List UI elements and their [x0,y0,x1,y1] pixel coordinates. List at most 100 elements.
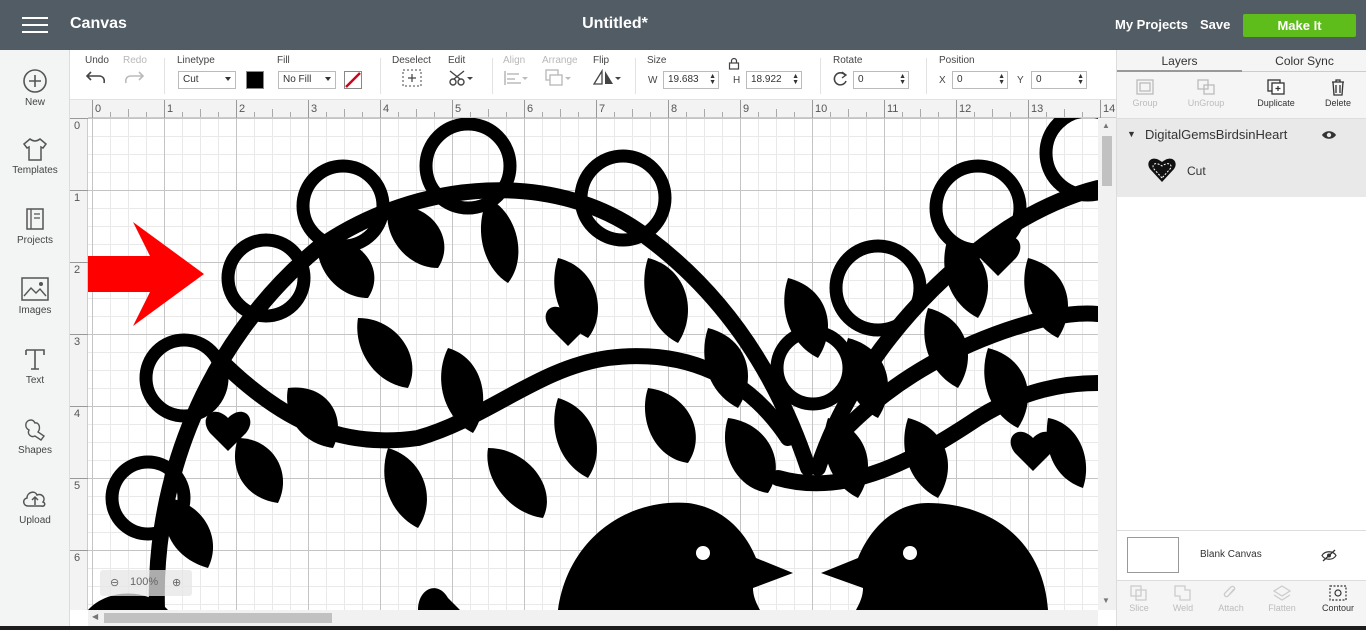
group-label: Group [1132,98,1158,108]
linetype-color-swatch[interactable] [246,71,264,89]
no-fill-swatch[interactable] [344,71,362,89]
fill-select[interactable]: No Fill [278,71,336,89]
ruler-label: 7 [599,103,606,115]
sidebar-item-text[interactable]: Text [0,346,70,386]
ruler-tick [70,550,88,551]
ruler-minor-tick [200,109,201,117]
ruler-minor-tick [866,112,867,117]
fill-label: Fill [277,55,290,66]
design-canvas[interactable]: 0 1 2 3 4 5 6 7 8 9 10 11 12 13 14 0123456 [70,100,1116,626]
ruler-tick [70,478,88,479]
document-title[interactable]: Untitled* [0,15,1230,33]
height-input[interactable]: 18.922 ▲ ▼ [746,71,802,89]
ruler-tick [70,334,88,335]
ruler-minor-tick [560,109,561,117]
tab-layers[interactable]: Layers [1117,50,1242,72]
toolbar-separator [380,58,381,94]
scroll-left-icon[interactable]: ◀ [92,612,98,621]
delete-button[interactable]: Delete [1308,78,1366,108]
slice-button[interactable]: Slice [1116,585,1162,613]
birds-in-heart-design[interactable] [88,118,1098,610]
right-bird-eye [903,546,917,560]
toolbar-separator [492,58,493,94]
zoom-in-icon[interactable]: ⊕ [172,576,181,589]
y-position-value: 0 [1036,74,1042,85]
ruler-tick [380,100,381,118]
scroll-down-icon[interactable]: ▼ [1102,596,1110,605]
flip-icon [592,68,621,85]
duplicate-button[interactable]: Duplicate [1246,78,1306,108]
layer-thumbnail [1148,158,1176,182]
x-position-input[interactable]: 0 ▲ ▼ [952,71,1008,89]
horizontal-scroll-thumb[interactable] [104,613,332,623]
ruler-minor-tick [650,112,651,117]
ruler-minor-tick [902,112,903,117]
sidebar-item-shapes[interactable]: Shapes [0,416,70,456]
sidebar-item-projects[interactable]: Projects [0,206,70,246]
my-projects-link[interactable]: My Projects [1115,17,1188,32]
contour-label: Contour [1321,603,1355,613]
collapse-caret-icon[interactable]: ▼ [1127,129,1136,139]
x-position-value: 0 [957,74,963,85]
ruler-minor-tick [416,109,417,117]
sidebar-item-upload[interactable]: Upload [0,486,70,526]
ruler-minor-tick [434,112,435,117]
ruler-label: 10 [815,103,828,115]
width-input[interactable]: 19.683 ▲ ▼ [663,71,719,89]
scroll-up-icon[interactable]: ▲ [1102,121,1110,130]
ruler-minor-tick [146,112,147,117]
ruler-tick [1100,100,1101,118]
blank-canvas-label: Blank Canvas [1200,549,1262,560]
rotate-input[interactable]: 0 ▲ ▼ [853,71,909,89]
sidebar-item-images[interactable]: Images [0,276,70,316]
lock-icon[interactable] [728,57,740,70]
weld-button[interactable]: Weld [1160,585,1206,613]
ruler-tick [70,262,88,263]
slice-label: Slice [1129,603,1149,613]
ungroup-button[interactable]: UnGroup [1176,78,1236,108]
make-it-button[interactable]: Make It [1243,14,1356,37]
sidebar-item-new[interactable]: New [0,68,70,108]
save-button[interactable]: Save [1200,17,1230,32]
deselect-button[interactable]: Deselect [392,55,431,90]
ruler-minor-tick [830,112,831,117]
bottom-leaf [418,588,460,610]
ruler-minor-tick [254,112,255,117]
cricut-design-space-app: Canvas Untitled* My Projects Save Make I… [0,0,1366,630]
horizontal-scrollbar[interactable]: ◀ [88,610,1098,626]
contour-button[interactable]: Contour [1315,585,1361,613]
blank-canvas-row[interactable]: Blank Canvas [1117,530,1366,580]
toolbar-separator [164,58,165,94]
tab-color-sync[interactable]: Color Sync [1242,50,1366,72]
sidebar-item-templates[interactable]: Templates [0,136,70,176]
blank-canvas-swatch[interactable] [1127,537,1179,573]
ruler-minor-tick [920,109,921,117]
redo-button[interactable]: Redo [123,55,147,88]
ungroup-icon [1197,79,1215,95]
sidebar-item-label: Images [18,305,52,316]
ruler-label: 5 [74,480,81,492]
layer-group-row[interactable]: ▼ DigitalGemsBirdsinHeart Cut [1117,119,1366,197]
ruler-label: 9 [743,103,750,115]
vertical-scrollbar[interactable]: ▲ ▼ [1098,118,1116,610]
zoom-control[interactable]: ⊖ 100% ⊕ [100,570,192,596]
group-button[interactable]: Group [1115,78,1175,108]
y-position-input[interactable]: 0 ▲ ▼ [1031,71,1087,89]
edit-label: Edit [448,55,466,66]
eye-hidden-icon[interactable] [1321,549,1337,562]
eye-icon[interactable] [1321,129,1337,141]
flip-menu-button[interactable]: Flip [592,55,621,90]
flip-label: Flip [593,55,610,66]
arrange-menu-button[interactable]: Arrange [542,55,578,90]
align-menu-button[interactable]: Align [503,55,529,90]
zoom-out-icon[interactable]: ⊖ [110,576,119,589]
undo-button[interactable]: Undo [85,55,109,88]
ruler-tick [812,100,813,118]
ruler-tick [668,100,669,118]
attach-button[interactable]: Attach [1208,585,1254,613]
ruler-label: 4 [383,103,390,115]
linetype-select[interactable]: Cut [178,71,236,89]
edit-menu-button[interactable]: Edit [448,55,474,90]
vertical-scroll-thumb[interactable] [1102,136,1112,186]
flatten-button[interactable]: Flatten [1259,585,1305,613]
